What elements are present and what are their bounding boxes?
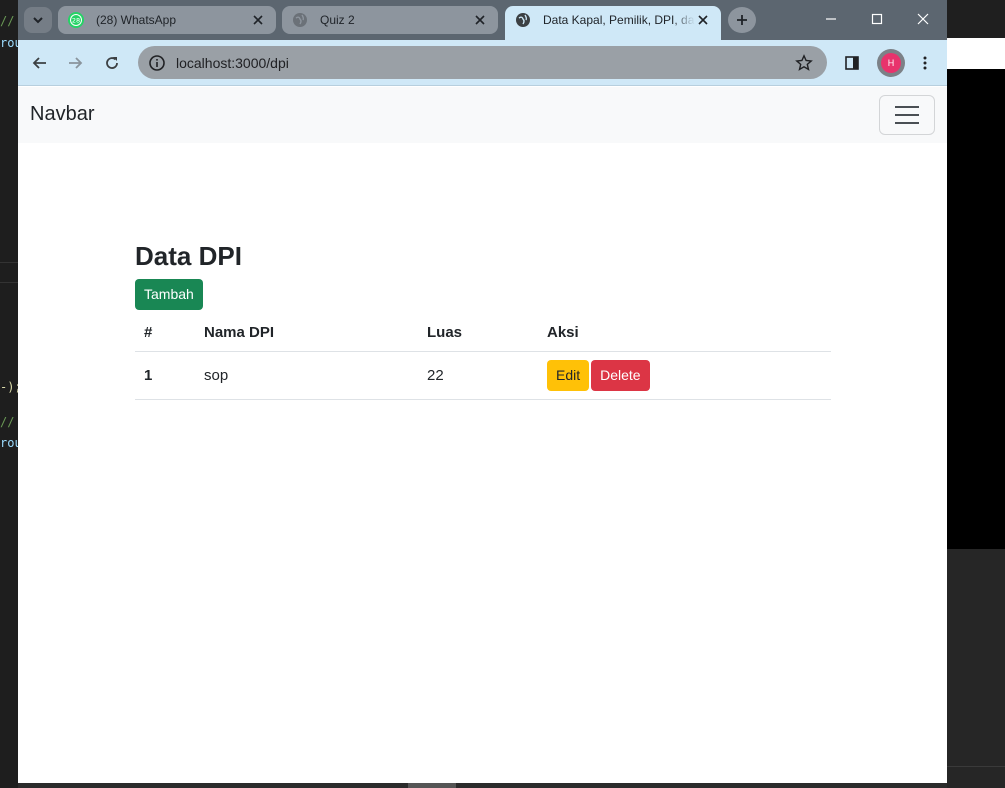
background-window (947, 0, 1005, 788)
globe-icon (515, 12, 531, 28)
column-header-aksi: Aksi (538, 315, 831, 352)
column-header-number: # (135, 315, 195, 352)
tab-title: Data Kapal, Pemilik, DPI, dan Alat Tangk… (543, 13, 695, 27)
new-tab-button[interactable] (728, 7, 756, 33)
site-info-icon[interactable] (148, 54, 166, 72)
code-line: -); (0, 380, 18, 394)
page-navbar: Navbar (18, 87, 947, 143)
close-icon (917, 13, 929, 25)
scrollbar-thumb[interactable] (408, 783, 456, 788)
window-close-button[interactable] (908, 5, 938, 33)
tab-quiz-2[interactable]: Quiz 2 (282, 6, 498, 34)
main-content: Data DPI Tambah # Nama DPI Luas Aksi 1 s… (135, 238, 831, 400)
background-panel (947, 549, 1005, 788)
edit-button[interactable]: Edit (547, 359, 590, 391)
tab-data-dpi[interactable]: Data Kapal, Pemilik, DPI, dan Alat Tangk… (505, 6, 721, 40)
reload-button[interactable] (98, 49, 126, 77)
side-panel-icon (845, 56, 859, 70)
minimize-icon (826, 18, 836, 20)
code-line: // (0, 14, 15, 28)
column-header-nama-dpi: Nama DPI (195, 315, 418, 352)
delete-button[interactable]: Delete (591, 359, 650, 391)
address-bar[interactable]: localhost:3000/dpi (138, 46, 827, 79)
close-icon[interactable] (695, 12, 711, 28)
browser-menu-button[interactable] (911, 49, 939, 77)
browser-window: 28 (28) WhatsApp Quiz 2 Data Kapal, Pemi… (18, 0, 947, 783)
table-row: 1 sop 22 Edit Delete (135, 351, 831, 400)
dpi-table: # Nama DPI Luas Aksi 1 sop 22 Edit Delete (135, 315, 831, 400)
editor-divider (0, 282, 18, 283)
side-panel-button[interactable] (838, 49, 866, 77)
close-icon[interactable] (472, 12, 488, 28)
navbar-toggler-button[interactable] (879, 95, 935, 135)
reload-icon (106, 57, 118, 69)
whatsapp-icon: 28 (68, 12, 84, 28)
notification-badge: 28 (72, 17, 80, 25)
column-header-luas: Luas (418, 315, 538, 352)
tab-title: (28) WhatsApp (96, 13, 177, 27)
code-line: // (0, 415, 15, 429)
code-line: rou (0, 436, 18, 450)
code-line: rou (0, 36, 18, 50)
chevron-down-icon (33, 17, 43, 24)
background-divider (947, 766, 1005, 767)
url-text: localhost:3000/dpi (176, 54, 289, 71)
cell-number: 1 (135, 351, 195, 400)
minimize-button[interactable] (816, 5, 846, 33)
bookmark-star-icon[interactable] (795, 54, 813, 72)
more-vertical-icon (923, 56, 927, 70)
forward-button[interactable] (61, 49, 89, 77)
tab-whatsapp[interactable]: 28 (28) WhatsApp (58, 6, 276, 34)
profile-initial: H (881, 53, 901, 73)
page-title: Data DPI (135, 241, 242, 271)
table-header-row: # Nama DPI Luas Aksi (135, 315, 831, 352)
navbar-brand[interactable]: Navbar (30, 103, 94, 126)
browser-toolbar: localhost:3000/dpi H (18, 40, 947, 86)
maximize-button[interactable] (862, 5, 892, 33)
add-button[interactable]: Tambah (135, 279, 203, 310)
background-editor: // rou -); // rou (0, 0, 18, 788)
editor-divider (0, 262, 18, 263)
cell-nama-dpi: sop (195, 351, 418, 400)
globe-icon (292, 12, 308, 28)
taskbar-strip (18, 783, 947, 788)
background-panel (947, 38, 1005, 69)
cell-luas: 22 (418, 351, 538, 400)
cell-aksi: Edit Delete (538, 351, 831, 400)
background-panel (947, 69, 1005, 549)
profile-avatar[interactable]: H (877, 49, 905, 77)
arrow-right-icon (69, 57, 83, 69)
tab-search-button[interactable] (24, 7, 52, 33)
tab-title: Quiz 2 (320, 13, 355, 27)
hamburger-menu-icon (895, 106, 919, 124)
arrow-left-icon (32, 57, 46, 69)
back-button[interactable] (26, 49, 54, 77)
maximize-icon (871, 13, 883, 25)
tab-strip: 28 (28) WhatsApp Quiz 2 Data Kapal, Pemi… (18, 0, 947, 40)
close-icon[interactable] (250, 12, 266, 28)
plus-icon (737, 15, 747, 25)
